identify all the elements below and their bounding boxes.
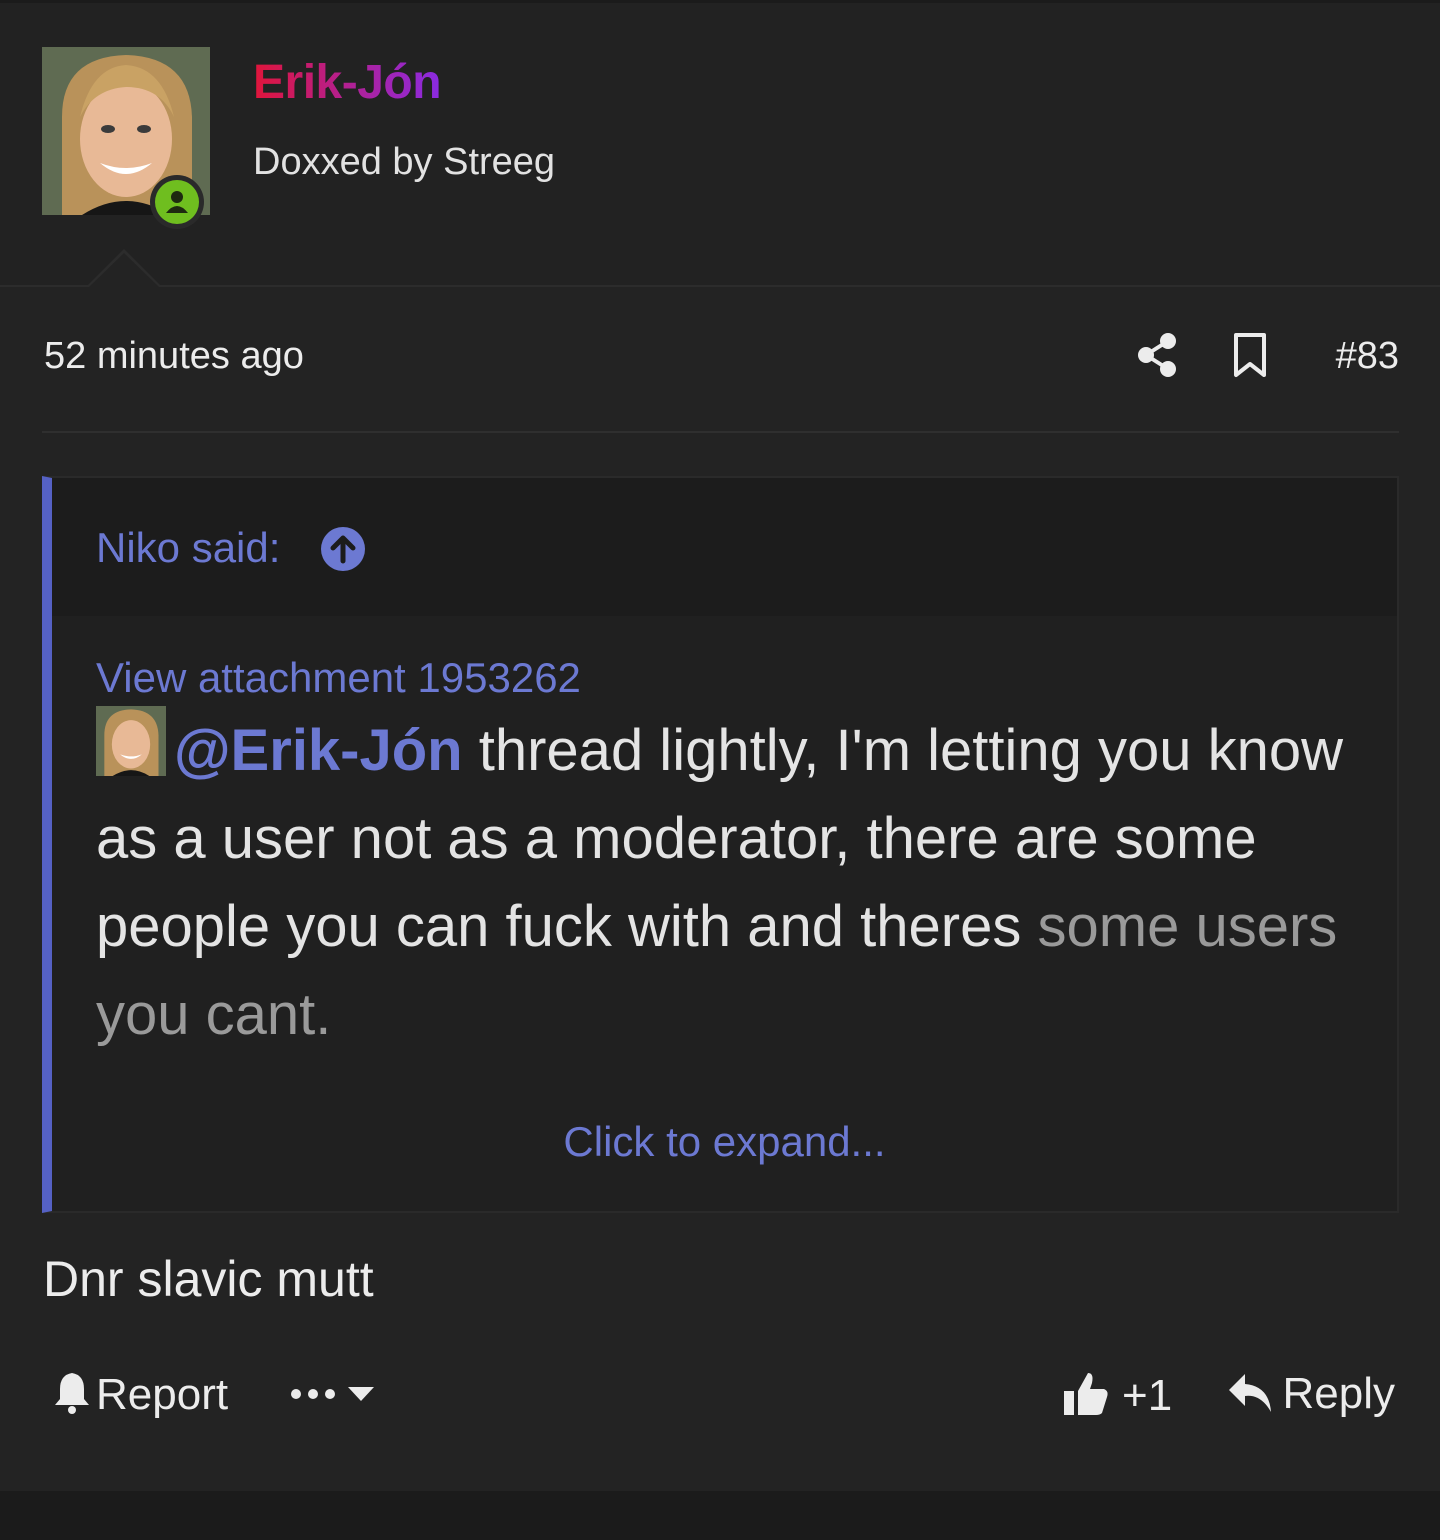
mention-avatar[interactable]: [96, 706, 166, 776]
report-label: Report: [96, 1369, 229, 1419]
quote-author[interactable]: Niko said:: [96, 522, 280, 574]
username[interactable]: Erik-Jón: [253, 53, 442, 113]
reply-button[interactable]: Reply: [1227, 1369, 1396, 1419]
reply-label: Reply: [1282, 1369, 1396, 1418]
like-button[interactable]: +1: [1062, 1369, 1172, 1422]
quote-jump-icon[interactable]: [320, 526, 366, 572]
bookmark-icon[interactable]: [1232, 332, 1268, 378]
reply-arrow-icon: [1227, 1370, 1273, 1419]
user-mention[interactable]: @Erik-Jón: [174, 718, 463, 783]
more-dots-icon: [290, 1387, 336, 1406]
quote-block: Niko said: View attachment 1953262 @Erik…: [42, 476, 1399, 1213]
user-header: Erik-Jón Doxxed by Streeg: [0, 3, 1440, 287]
share-icon[interactable]: [1136, 332, 1180, 378]
post-container: Erik-Jón Doxxed by Streeg 52 minutes ago…: [0, 3, 1440, 1491]
bell-icon: [52, 1369, 92, 1420]
post-number[interactable]: #83: [1336, 331, 1399, 381]
attachment-link[interactable]: View attachment 1953262: [96, 650, 1356, 706]
quote-header: Niko said:: [52, 478, 1397, 616]
post-meta: 52 minutes ago #83: [42, 328, 1399, 388]
quote-body: View attachment 1953262 @Erik-Jón thread…: [96, 650, 1356, 1059]
thumbs-up-icon: [1062, 1369, 1110, 1422]
post-message: Dnr slavic mutt: [43, 1251, 374, 1307]
more-options-button[interactable]: [290, 1385, 376, 1408]
divider: [42, 431, 1399, 433]
report-button[interactable]: Report: [52, 1369, 228, 1420]
post-actions: Report +1 Reply: [42, 1365, 1399, 1435]
chevron-down-icon: [346, 1385, 376, 1408]
quote-text: @Erik-Jón thread lightly, I'm letting yo…: [96, 706, 1356, 1059]
header-notch-inner: [89, 253, 159, 287]
online-status-icon: [150, 175, 204, 229]
post-timestamp[interactable]: 52 minutes ago: [44, 331, 304, 381]
user-title: Doxxed by Streeg: [253, 141, 556, 183]
reaction-count[interactable]: +1: [1122, 1371, 1172, 1421]
expand-link[interactable]: Click to expand...: [52, 1114, 1397, 1170]
